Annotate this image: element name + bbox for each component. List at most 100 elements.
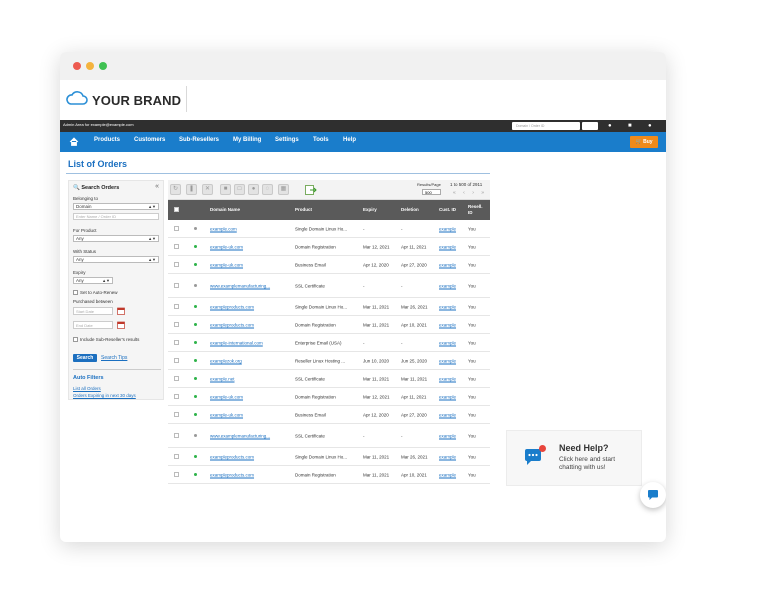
col-expiry[interactable]: Expiry <box>363 200 377 220</box>
results-per-page-select[interactable]: 500 <box>422 189 441 195</box>
customer-id-link[interactable]: example <box>439 412 456 417</box>
admin-search-type-dropdown[interactable] <box>582 122 598 130</box>
status-select[interactable]: Any ▲▼ <box>73 256 159 263</box>
search-tips-link[interactable]: Search Tips <box>101 355 127 361</box>
col-product[interactable]: Product <box>295 200 312 220</box>
col-cust-id[interactable]: Cust. ID <box>439 200 457 220</box>
calendar-icon[interactable] <box>117 321 125 329</box>
export-icon[interactable] <box>305 184 317 196</box>
include-sub-reseller-checkbox[interactable] <box>73 337 78 342</box>
expiry-select[interactable]: Any ▲▼ <box>73 277 113 284</box>
maximize-window-icon[interactable] <box>99 62 107 70</box>
customer-id-link[interactable]: example <box>439 376 456 381</box>
table-row[interactable]: example-international.com Enterprise Emai… <box>168 334 490 352</box>
col-deletion[interactable]: Deletion <box>401 200 419 220</box>
row-checkbox[interactable] <box>174 283 179 288</box>
customer-id-link[interactable]: example <box>439 433 456 438</box>
account-icon[interactable]: ● <box>648 122 658 130</box>
row-checkbox[interactable] <box>174 472 179 477</box>
product-select[interactable]: Any ▲▼ <box>73 235 159 242</box>
row-checkbox[interactable] <box>174 358 179 363</box>
calendar-icon[interactable] <box>117 307 125 315</box>
buy-button[interactable]: 🛒 Buy <box>630 136 658 148</box>
pager-arrows[interactable]: « ‹ › » <box>453 190 487 196</box>
home-icon[interactable] <box>69 137 79 146</box>
domain-name-link[interactable]: exampleproducts.com <box>210 472 254 477</box>
row-checkbox[interactable] <box>174 454 179 459</box>
row-checkbox[interactable] <box>174 226 179 231</box>
customer-id-link[interactable]: example <box>439 322 456 327</box>
row-checkbox[interactable] <box>174 412 179 417</box>
table-row[interactable]: exampleproducts.com Domain Registration Ma… <box>168 466 490 484</box>
need-help-widget[interactable]: Need Help? Click here and start chatting… <box>506 430 642 486</box>
table-row[interactable]: exampleproducts.com Single Domain Linux H… <box>168 298 490 316</box>
customer-id-link[interactable]: example <box>439 340 456 345</box>
customer-id-link[interactable]: example <box>439 304 456 309</box>
start-date-input[interactable]: Start Date <box>73 307 113 315</box>
customer-id-link[interactable]: example <box>439 283 456 288</box>
table-row[interactable]: exampleproducts.com Single Domain Linux H… <box>168 448 490 466</box>
table-row[interactable]: example.net SSL Certificate Mar 11, 2021 Ma… <box>168 370 490 388</box>
table-row[interactable]: example-uk.com Business Email Apr 12, 2020… <box>168 256 490 274</box>
table-row[interactable]: exampleproducts.com Domain Registration Ma… <box>168 316 490 334</box>
domain-name-link[interactable]: exampleproducts.com <box>210 304 254 309</box>
nav-settings[interactable]: Settings <box>275 137 299 143</box>
users-icon[interactable]: ● <box>608 122 618 130</box>
row-checkbox[interactable] <box>174 340 179 345</box>
unlock-icon[interactable]: □ <box>234 184 245 195</box>
nav-tools[interactable]: Tools <box>313 137 329 143</box>
nav-help[interactable]: Help <box>343 137 356 143</box>
customer-id-link[interactable]: example <box>439 358 456 363</box>
row-checkbox[interactable] <box>174 376 179 381</box>
domain-name-link[interactable]: example-uk.com <box>210 412 243 417</box>
row-checkbox[interactable] <box>174 433 179 438</box>
name-order-id-input[interactable]: Enter Name / Order ID <box>73 213 159 220</box>
belonging-to-select[interactable]: Domain ▲▼ <box>73 203 159 210</box>
minimize-window-icon[interactable] <box>86 62 94 70</box>
table-row[interactable]: examplezok.org Reseller Linux Hosting ...… <box>168 352 490 370</box>
table-row[interactable]: example-uk.com Domain Registration Mar 12,… <box>168 238 490 256</box>
nav-products[interactable]: Products <box>94 137 120 143</box>
domain-name-link[interactable]: example-international.com <box>210 340 263 345</box>
customer-id-link[interactable]: example <box>439 454 456 459</box>
domain-name-link[interactable]: www.examplemanufacturing... <box>210 283 270 288</box>
table-row[interactable]: www.examplemanufacturing... SSL Certifica… <box>168 424 490 448</box>
domain-name-link[interactable]: example.com <box>210 226 237 231</box>
orders-expiring-link[interactable]: Orders Expiring in next 30 days <box>73 393 136 398</box>
domain-name-link[interactable]: www.examplemanufacturing... <box>210 433 270 438</box>
suspend-icon[interactable]: ❚ <box>186 184 197 195</box>
customer-id-link[interactable]: example <box>439 244 456 249</box>
row-checkbox[interactable] <box>174 322 179 327</box>
support-icon[interactable]: ■ <box>628 122 638 130</box>
renew-icon[interactable]: ◌ <box>262 184 273 195</box>
nav-sub-resellers[interactable]: Sub-Resellers <box>179 137 219 143</box>
col-resell-id[interactable]: Resell. ID <box>468 200 486 220</box>
nav-my-billing[interactable]: My Billing <box>233 137 261 143</box>
domain-name-link[interactable]: example.net <box>210 376 235 381</box>
domain-name-link[interactable]: exampleproducts.com <box>210 454 254 459</box>
chat-launcher-button[interactable] <box>640 482 666 508</box>
row-checkbox[interactable] <box>174 244 179 249</box>
table-row[interactable]: example-uk.com Business Email Apr 12, 2020… <box>168 406 490 424</box>
domain-name-link[interactable]: example-uk.com <box>210 262 243 267</box>
table-row[interactable]: example-uk.com Domain Registration Mar 12,… <box>168 388 490 406</box>
privacy-icon[interactable]: ● <box>248 184 259 195</box>
close-window-icon[interactable] <box>73 62 81 70</box>
domain-name-link[interactable]: example-uk.com <box>210 244 243 249</box>
customer-id-link[interactable]: example <box>439 226 456 231</box>
row-checkbox[interactable] <box>174 394 179 399</box>
table-row[interactable]: www.examplemanufacturing... SSL Certifica… <box>168 274 490 298</box>
customer-id-link[interactable]: example <box>439 262 456 267</box>
auto-renew-checkbox[interactable] <box>73 290 78 295</box>
lock-icon[interactable]: ■ <box>220 184 231 195</box>
refresh-icon[interactable]: ↻ <box>170 184 181 195</box>
domain-name-link[interactable]: example-uk.com <box>210 394 243 399</box>
table-row[interactable]: example.com Single Domain Linux Ho... - - ex… <box>168 220 490 238</box>
select-all-checkbox[interactable] <box>174 207 179 212</box>
domain-name-link[interactable]: examplezok.org <box>210 358 242 363</box>
row-checkbox[interactable] <box>174 304 179 309</box>
domain-name-link[interactable]: exampleproducts.com <box>210 322 254 327</box>
admin-search-input[interactable]: Domain / Order ID <box>512 122 580 130</box>
row-checkbox[interactable] <box>174 262 179 267</box>
delete-icon[interactable]: ✕ <box>202 184 213 195</box>
